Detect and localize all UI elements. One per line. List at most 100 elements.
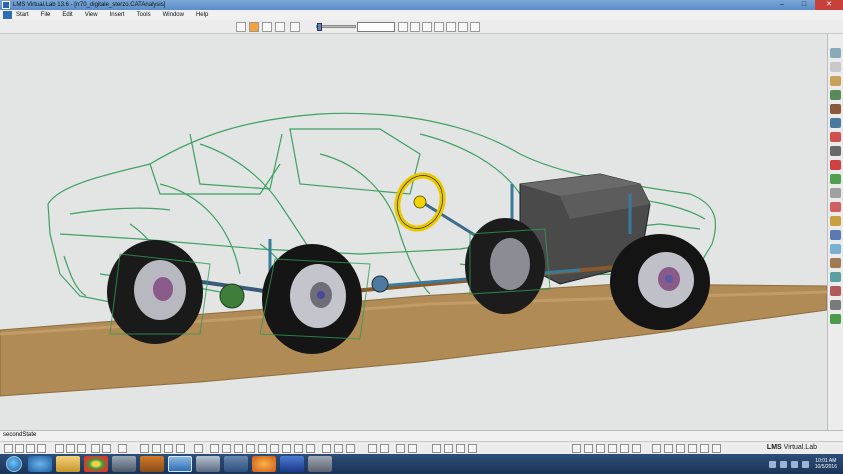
internet-explorer-icon[interactable] [28, 456, 52, 472]
analysis-icon[interactable] [236, 22, 246, 32]
tool-icon-14[interactable] [830, 230, 841, 240]
animate-icon[interactable] [249, 22, 259, 32]
tool-icon-12[interactable] [830, 202, 841, 212]
arrow-icon[interactable] [596, 444, 605, 453]
menu-edit[interactable]: Edit [62, 12, 72, 18]
tool-icon-20[interactable] [830, 314, 841, 324]
app-icon[interactable] [196, 456, 220, 472]
firefox-icon[interactable] [252, 456, 276, 472]
result-icon[interactable] [712, 444, 721, 453]
tool-icon-17[interactable] [830, 272, 841, 282]
tool-icon-9[interactable] [830, 160, 841, 170]
media-icon[interactable] [140, 456, 164, 472]
minimize-button[interactable]: – [771, 0, 793, 10]
zoom-in-icon[interactable] [234, 444, 243, 453]
redo-icon[interactable] [102, 444, 111, 453]
monitor-icon[interactable] [224, 456, 248, 472]
annotation-icon[interactable] [584, 444, 593, 453]
new-icon[interactable] [4, 444, 13, 453]
sim-icon-1[interactable] [432, 444, 441, 453]
sim-icon-3[interactable] [456, 444, 465, 453]
maximize-button[interactable]: □ [793, 0, 815, 10]
undo-icon[interactable] [91, 444, 100, 453]
menu-window[interactable]: Window [163, 12, 184, 18]
tool-icon-18[interactable] [830, 286, 841, 296]
hide-show-icon[interactable] [294, 444, 303, 453]
cut-icon[interactable] [55, 444, 64, 453]
render-icon[interactable] [334, 444, 343, 453]
tray-flag-icon[interactable] [801, 460, 809, 468]
virtual-lab-icon[interactable] [168, 456, 192, 472]
constraint-icon[interactable] [652, 444, 661, 453]
tray-show-hidden-icon[interactable] [768, 460, 776, 468]
menu-help[interactable]: Help [196, 12, 208, 18]
tray-volume-icon[interactable] [790, 460, 798, 468]
joint-icon[interactable] [664, 444, 673, 453]
view-mode-icon[interactable] [322, 444, 331, 453]
stop-button[interactable] [422, 22, 432, 32]
settings-icon[interactable] [290, 22, 300, 32]
sensor-icon[interactable] [262, 22, 272, 32]
tool-icon-15[interactable] [830, 244, 841, 254]
menu-view[interactable]: View [85, 12, 98, 18]
measure-icon[interactable] [176, 444, 185, 453]
tool-icon-8[interactable] [830, 146, 841, 156]
paste-icon[interactable] [77, 444, 86, 453]
tool-icon-2[interactable] [830, 62, 841, 72]
swap-space-icon[interactable] [306, 444, 315, 453]
table-icon[interactable] [152, 444, 161, 453]
step-forward-button[interactable] [446, 22, 456, 32]
tool-icon-3[interactable] [830, 76, 841, 86]
close-button[interactable]: ✕ [815, 0, 843, 10]
chrome-icon[interactable] [84, 456, 108, 472]
tool-icon-5[interactable] [830, 104, 841, 114]
sim-icon-4[interactable] [468, 444, 477, 453]
image-icon[interactable] [620, 444, 629, 453]
open-icon[interactable] [15, 444, 24, 453]
connector-icon[interactable] [676, 444, 685, 453]
fit-all-icon[interactable] [194, 444, 203, 453]
word-icon[interactable] [280, 456, 304, 472]
menu-start[interactable]: Start [16, 12, 29, 18]
rewind-button[interactable] [398, 22, 408, 32]
pan-icon[interactable] [210, 444, 219, 453]
tool-icon-6[interactable] [830, 118, 841, 128]
save-icon[interactable] [26, 444, 35, 453]
time-field[interactable] [357, 22, 395, 32]
taskbar-clock[interactable]: 10:01 AM 10/5/2016 [815, 458, 837, 470]
tool-icon-11[interactable] [830, 188, 841, 198]
step-back-button[interactable] [410, 22, 420, 32]
shading-icon[interactable] [282, 444, 291, 453]
motion-icon[interactable] [700, 444, 709, 453]
capture-icon[interactable] [380, 444, 389, 453]
menu-tools[interactable]: Tools [137, 12, 151, 18]
plot-icon[interactable] [275, 22, 285, 32]
tool-icon-10[interactable] [830, 174, 841, 184]
zoom-out-icon[interactable] [246, 444, 255, 453]
normal-view-icon[interactable] [258, 444, 267, 453]
3d-viewport[interactable] [0, 34, 827, 430]
sketch-icon[interactable] [632, 444, 641, 453]
snapshot-icon[interactable] [368, 444, 377, 453]
marker-icon[interactable] [608, 444, 617, 453]
layer-icon[interactable] [396, 444, 405, 453]
fast-forward-button[interactable] [458, 22, 468, 32]
tool-icon-7[interactable] [830, 132, 841, 142]
formula-icon[interactable] [140, 444, 149, 453]
network-icon[interactable] [112, 456, 136, 472]
loop-button[interactable] [470, 22, 480, 32]
force-icon[interactable] [688, 444, 697, 453]
print-icon[interactable] [37, 444, 46, 453]
tool-icon-13[interactable] [830, 216, 841, 226]
filter-icon[interactable] [408, 444, 417, 453]
time-slider[interactable] [316, 23, 356, 31]
menu-insert[interactable]: Insert [110, 12, 125, 18]
tool-icon-1[interactable] [830, 48, 841, 58]
rotate-icon[interactable] [222, 444, 231, 453]
calculator-icon[interactable] [308, 456, 332, 472]
text-icon[interactable] [572, 444, 581, 453]
catalog-icon[interactable] [164, 444, 173, 453]
windows-start-icon[interactable] [6, 456, 22, 472]
tool-icon-19[interactable] [830, 300, 841, 310]
tool-icon-16[interactable] [830, 258, 841, 268]
